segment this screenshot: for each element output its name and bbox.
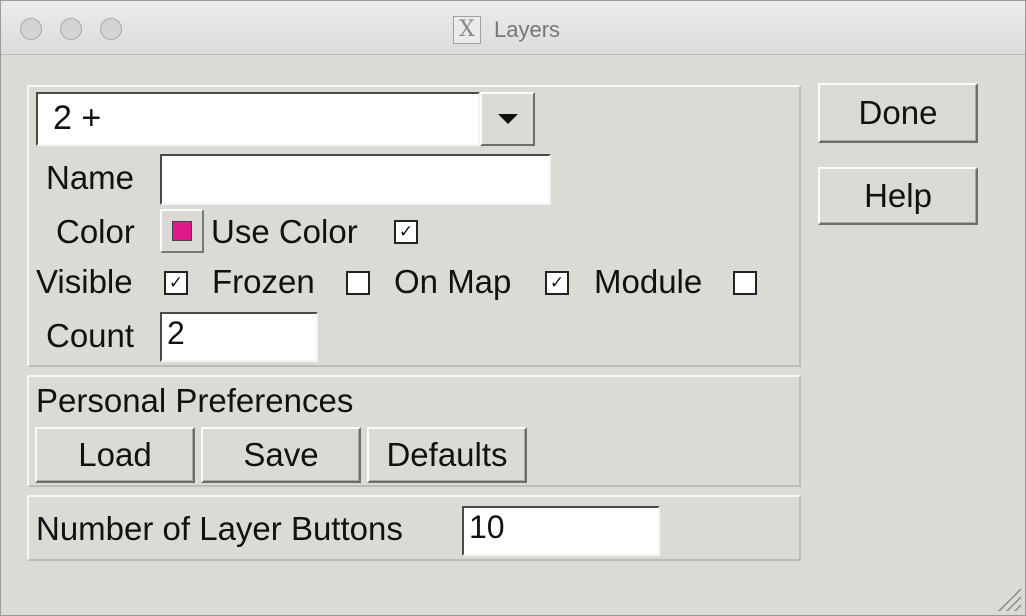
on-map-checkbox[interactable]: ✓	[545, 271, 569, 295]
layer-dropdown-button[interactable]	[480, 92, 535, 146]
color-swatch	[172, 221, 192, 241]
count-label: Count	[46, 317, 135, 354]
help-button[interactable]: Help	[818, 167, 978, 225]
name-field[interactable]	[160, 154, 551, 205]
done-button[interactable]: Done	[818, 83, 978, 143]
count-field[interactable]: 2	[160, 312, 318, 362]
visible-checkbox[interactable]: ✓	[164, 271, 188, 295]
frozen-checkbox[interactable]	[346, 271, 370, 295]
minimize-window-button[interactable]	[60, 18, 82, 40]
name-label: Name	[46, 159, 135, 196]
save-button[interactable]: Save	[201, 427, 361, 483]
defaults-button[interactable]: Defaults	[367, 427, 527, 483]
use-color-label: Use Color	[211, 213, 358, 250]
layer-select-field[interactable]: 2 +	[36, 92, 480, 146]
color-label: Color	[56, 213, 135, 250]
visible-label: Visible	[36, 263, 133, 300]
layer-buttons-label: Number of Layer Buttons	[36, 510, 403, 547]
zoom-window-button[interactable]	[100, 18, 122, 40]
module-checkbox[interactable]	[733, 271, 757, 295]
on-map-label: On Map	[394, 263, 512, 300]
window-title-text: Layers	[494, 17, 561, 42]
window-title: X Layers	[453, 16, 560, 44]
layers-window: X Layers 2 + Name Color Use Color ✓ Visi…	[0, 0, 1026, 616]
title-bar[interactable]: X Layers	[1, 1, 1025, 55]
load-button[interactable]: Load	[35, 427, 195, 483]
chevron-down-icon	[497, 114, 518, 124]
resize-grip-icon[interactable]	[993, 583, 1023, 613]
color-picker-button[interactable]	[160, 209, 204, 253]
x11-icon: X	[453, 16, 481, 44]
personal-preferences-title: Personal Preferences	[36, 382, 354, 419]
module-label: Module	[594, 263, 703, 300]
layer-buttons-field[interactable]: 10	[462, 506, 660, 556]
close-window-button[interactable]	[20, 18, 42, 40]
frozen-label: Frozen	[212, 263, 315, 300]
use-color-checkbox[interactable]: ✓	[394, 220, 418, 244]
